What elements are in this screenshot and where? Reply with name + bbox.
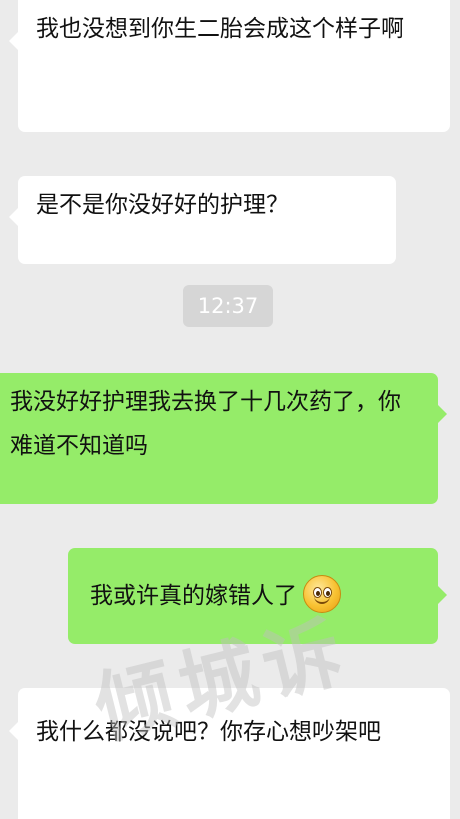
message-bubble-incoming[interactable]: 是不是你没好好的护理？ <box>9 176 396 264</box>
chat-area[interactable]: 我也没想到你生二胎会成这个样子啊 是不是你没好好的护理？ 12:37 我没好好护… <box>0 0 460 819</box>
message-bubble-outgoing[interactable]: 我或许真的嫁错人了 <box>68 548 447 644</box>
message-timestamp: 12:37 <box>183 285 273 327</box>
message-text: 我或许真的嫁错人了 <box>90 583 297 609</box>
message-bubble-outgoing[interactable]: 我没好好护理我去换了十几次药了，你难道不知道吗 <box>0 373 447 504</box>
message-text: 我没好好护理我去换了十几次药了，你难道不知道吗 <box>10 389 401 459</box>
message-text: 我什么都没说吧？你存心想吵架吧 <box>36 719 381 745</box>
message-bubble-incoming[interactable]: 我也没想到你生二胎会成这个样子啊 <box>9 0 450 132</box>
message-text: 我也没想到你生二胎会成这个样子啊 <box>36 16 404 42</box>
message-bubble-incoming[interactable]: 我什么都没说吧？你存心想吵架吧 <box>9 688 450 819</box>
smile-emoji-icon <box>303 574 341 613</box>
message-text: 是不是你没好好的护理？ <box>36 192 289 218</box>
